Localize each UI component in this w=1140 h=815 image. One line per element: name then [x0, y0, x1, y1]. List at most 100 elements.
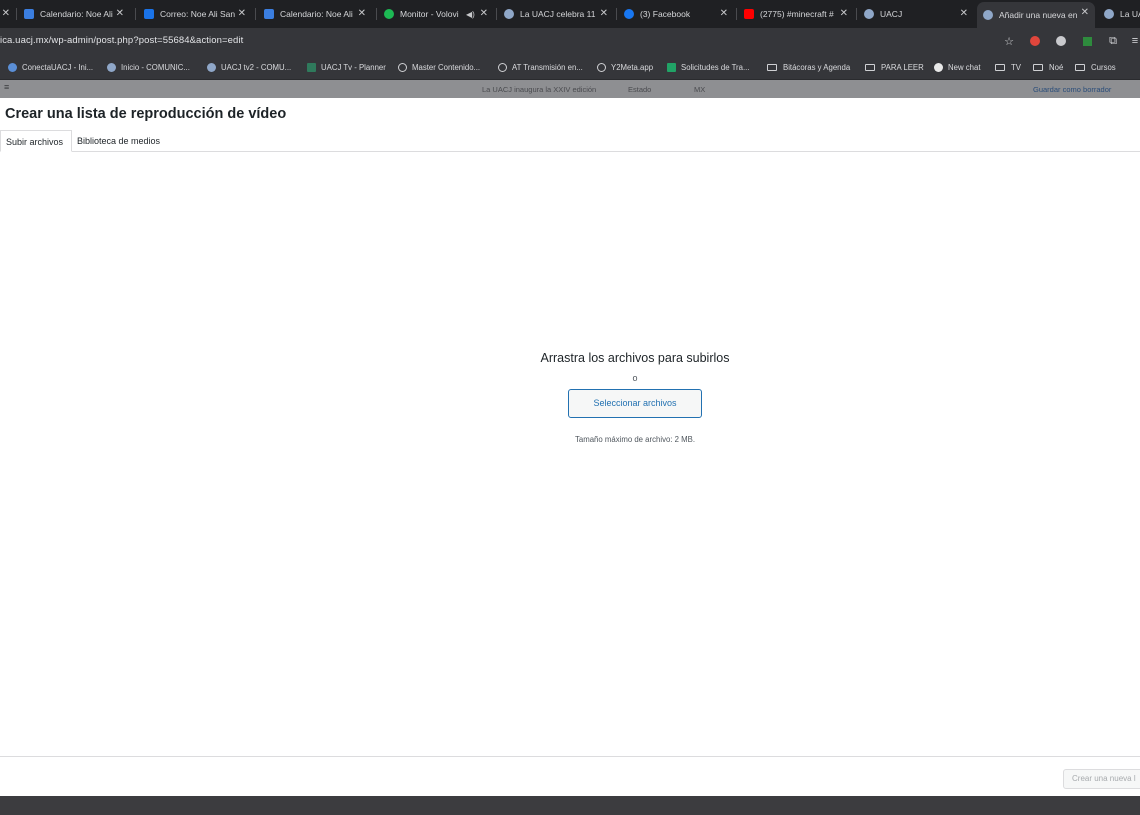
bookmark-item[interactable]: Y2Meta.app: [597, 61, 653, 73]
browser-tab[interactable]: (2775) #minecraft # ✕: [738, 3, 854, 25]
bookmark-label: Cursos: [1091, 62, 1116, 72]
close-icon[interactable]: ✕: [480, 8, 488, 20]
browser-tab[interactable]: UACJ ✕: [858, 3, 974, 25]
folder-icon: [995, 63, 1005, 71]
bookmark-label: TV: [1011, 62, 1021, 72]
background-text: Guardar como borrador: [1033, 85, 1112, 94]
spotify-icon: [384, 9, 394, 19]
chatgpt-icon: [934, 62, 943, 72]
close-icon[interactable]: ✕: [2, 8, 10, 20]
bookmark-item[interactable]: UACJ tv2 - COMU...: [207, 61, 291, 73]
browser-tab[interactable]: Monitor - Volovi ◀) ✕: [378, 3, 494, 25]
bookmark-folder[interactable]: PARA LEER: [865, 61, 924, 73]
close-icon[interactable]: ✕: [720, 8, 728, 20]
bookmark-label: UACJ Tv - Planner: [321, 62, 386, 72]
close-icon[interactable]: ✕: [840, 8, 848, 20]
tab-title: UACJ: [880, 9, 903, 19]
close-icon[interactable]: ✕: [600, 8, 608, 20]
bookmark-label: Noé: [1049, 62, 1064, 72]
tab-divider: [135, 8, 136, 20]
browser-tab[interactable]: (3) Facebook ✕: [618, 3, 734, 25]
url-field[interactable]: ica.uacj.mx/wp-admin/post.php?post=55684…: [0, 35, 243, 46]
site-icon: [864, 9, 874, 19]
extension-check-icon[interactable]: [1054, 34, 1068, 48]
bookmark-label: Master Contenido...: [412, 62, 481, 72]
media-modal: Crear una lista de reproducción de vídeo…: [0, 98, 1140, 796]
outlook-icon: [144, 9, 154, 19]
bookmark-folder[interactable]: TV: [995, 61, 1021, 73]
tab-title: Calendario: Noe Ali: [280, 9, 353, 19]
site-icon: [504, 9, 514, 19]
menu-icon[interactable]: ≡: [1132, 34, 1138, 48]
toolbar-icons: ☆ ⧉ ≡: [996, 32, 1140, 50]
extension-icon[interactable]: [1080, 34, 1094, 48]
browser-tab-active[interactable]: Añadir una nueva en ✕: [977, 2, 1095, 28]
audio-playing-icon[interactable]: ◀): [466, 10, 475, 19]
close-icon[interactable]: ✕: [960, 8, 968, 20]
site-icon: [8, 62, 17, 72]
youtube-icon: [744, 9, 754, 19]
tab-title: Calendario: Noe Ali: [40, 9, 113, 19]
address-bar: ica.uacj.mx/wp-admin/post.php?post=55684…: [0, 28, 1140, 54]
bookmark-star-icon[interactable]: ☆: [1002, 34, 1016, 48]
extensions-puzzle-icon[interactable]: ⧉: [1106, 34, 1120, 48]
bookmark-label: Y2Meta.app: [611, 62, 654, 72]
tab-divider: [736, 8, 737, 20]
site-icon: [107, 62, 116, 72]
excel-icon: [667, 62, 676, 72]
tab-upload-files[interactable]: Subir archivos: [0, 130, 72, 152]
tab-title: (3) Facebook: [640, 9, 691, 19]
site-icon: [207, 62, 216, 72]
close-icon[interactable]: ✕: [1081, 7, 1089, 19]
background-text: MX: [694, 85, 706, 94]
bookmark-folder[interactable]: Noé: [1033, 61, 1063, 73]
close-icon[interactable]: ✕: [116, 8, 124, 20]
bookmark-label: New chat: [948, 62, 981, 72]
max-file-size: Tamaño máximo de archivo: 2 MB.: [574, 435, 696, 444]
tab-title: La UACJ celebra 11: [520, 9, 596, 19]
bookmark-label: Inicio - COMUNIC...: [121, 62, 190, 72]
hamburger-icon: ≡: [4, 82, 10, 92]
tab-divider: [16, 8, 17, 20]
bookmark-item[interactable]: Solicitudes de Tra...: [667, 61, 749, 73]
browser-tab[interactable]: Calendario: Noe Ali ✕: [258, 3, 372, 25]
tab-title: Añadir una nueva en: [999, 10, 1078, 20]
page-overlay-bottom: [0, 796, 1140, 815]
select-files-button[interactable]: Seleccionar archivos: [568, 389, 702, 418]
bookmark-label: UACJ tv2 - COMU...: [221, 62, 292, 72]
facebook-icon: [624, 9, 634, 19]
calendar-icon: [264, 9, 274, 19]
tab-media-library[interactable]: Biblioteca de medios: [72, 130, 165, 152]
planner-icon: [307, 62, 316, 72]
bookmark-item[interactable]: ConectaUACJ - Ini...: [8, 61, 93, 73]
browser-tab[interactable]: Calendario: Noe Ali ✕: [18, 3, 130, 25]
globe-icon: [597, 62, 606, 72]
bookmark-item[interactable]: AT Transmisión en...: [498, 61, 583, 73]
upload-dropzone[interactable]: Arrastra los archivos para subirlos o Se…: [0, 153, 1140, 756]
folder-icon: [1075, 63, 1085, 71]
tab-divider: [856, 8, 857, 20]
bookmarks-bar: ConectaUACJ - Ini... Inicio - COMUNIC...…: [0, 54, 1140, 80]
background-text: La UACJ inaugura la XXIV edición: [482, 85, 597, 94]
create-playlist-button[interactable]: Crear una nueva l: [1063, 769, 1140, 789]
close-icon[interactable]: ✕: [358, 8, 366, 20]
bookmark-folder[interactable]: Bitácoras y Agenda: [767, 61, 850, 73]
bookmark-item[interactable]: UACJ Tv - Planner: [307, 61, 386, 73]
tab-title: La UA: [1120, 9, 1140, 19]
modal-tabs: Subir archivos Biblioteca de medios: [0, 130, 1140, 152]
bookmark-item[interactable]: New chat: [934, 61, 981, 73]
browser-tab[interactable]: ✕: [0, 3, 14, 25]
bookmark-item[interactable]: Master Contenido...: [398, 61, 480, 73]
browser-tab-strip: ✕ Calendario: Noe Ali ✕ Correo: Noe Ali …: [0, 0, 1140, 28]
extension-icon[interactable]: [1028, 34, 1042, 48]
browser-tab[interactable]: La UA: [1098, 3, 1140, 25]
bookmark-folder[interactable]: Cursos: [1075, 61, 1116, 73]
bookmark-item[interactable]: Inicio - COMUNIC...: [107, 61, 190, 73]
close-icon[interactable]: ✕: [238, 8, 246, 20]
site-icon: [983, 10, 993, 20]
tab-divider: [376, 8, 377, 20]
browser-tab[interactable]: La UACJ celebra 11 ✕: [498, 3, 614, 25]
tab-title: Correo: Noe Ali San: [160, 9, 236, 19]
bookmark-label: Bitácoras y Agenda: [783, 62, 851, 72]
browser-tab[interactable]: Correo: Noe Ali San ✕: [138, 3, 252, 25]
